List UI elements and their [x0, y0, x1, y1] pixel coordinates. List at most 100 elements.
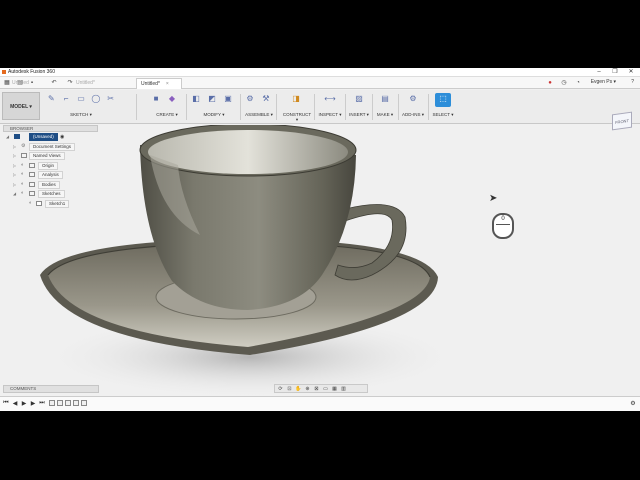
addins-group: ⚙ ADD-INS ▾ [400, 93, 426, 121]
sketch-group: ✎ ⌐ ▭ ◯ ✂ SKETCH ▾ [46, 93, 116, 121]
help-button[interactable]: ? [631, 79, 634, 85]
visibility-icon[interactable]: ◐ [29, 200, 34, 206]
line-icon[interactable]: ⌐ [61, 93, 72, 105]
look-at-icon[interactable]: ⊡ [286, 386, 293, 392]
tab-untitled-2[interactable]: Untitled* [72, 78, 99, 89]
minimize-button[interactable]: – [592, 68, 606, 76]
last-frame-icon[interactable]: ⏭ [38, 400, 46, 407]
maximize-button[interactable]: ❐ [608, 68, 622, 76]
scripts-icon[interactable]: ⚙ [407, 93, 419, 105]
shell-icon[interactable]: ▣ [222, 93, 234, 105]
timeline-settings-icon[interactable]: ⚙ [629, 400, 637, 407]
expand-arrow-icon[interactable]: ▷ [13, 161, 16, 170]
browser-item-bodies[interactable]: ▷ ◐ Bodies [3, 180, 98, 190]
divider [372, 94, 373, 120]
make-menu[interactable]: MAKE ▾ [375, 112, 395, 118]
divider [314, 94, 315, 120]
select-icon[interactable]: ⬚ [435, 93, 451, 107]
create-menu[interactable]: CREATE ▾ [150, 112, 184, 118]
browser-item-analysis[interactable]: ▷ ◐ Analysis [3, 170, 98, 180]
sketch-icon[interactable]: ✎ [46, 93, 57, 105]
sketch-menu[interactable]: SKETCH ▾ [46, 112, 116, 118]
visibility-icon[interactable]: ◐ [21, 191, 26, 196]
trim-icon[interactable]: ✂ [105, 93, 116, 105]
addins-menu[interactable]: ADD-INS ▾ [400, 112, 426, 118]
user-menu[interactable]: Evgen Ps ▾ [591, 79, 616, 85]
press-pull-icon[interactable]: ◧ [190, 93, 202, 105]
zoom-icon[interactable]: ⊕ [304, 386, 311, 392]
previous-frame-icon[interactable]: ◀ [11, 400, 19, 407]
construct-menu[interactable]: CONSTRUCT ▾ [282, 112, 312, 123]
timeline: ⏮ ◀ ▶ ▶ ⏭ ⚙ [0, 396, 640, 411]
orbit-icon[interactable]: ⟳ [277, 386, 284, 392]
notification-icon[interactable]: ◔ [574, 79, 582, 87]
assemble-menu[interactable]: ASSEMBLE ▾ [244, 112, 274, 118]
fillet-icon[interactable]: ◩ [206, 93, 218, 105]
fit-icon[interactable]: ⊠ [313, 386, 320, 392]
inspect-group: ⟷ INSPECT ▾ [316, 93, 344, 121]
record-icon[interactable]: ● [546, 79, 554, 87]
component-icon [14, 134, 20, 139]
browser-item-sketches[interactable]: ◢ ◐ Sketches [3, 189, 98, 199]
expand-arrow-icon[interactable]: ▷ [13, 170, 16, 179]
select-group: ⬚ SELECT ▾ [430, 93, 456, 121]
viewports-icon[interactable]: ▥ [340, 386, 347, 392]
close-button[interactable]: ✕ [624, 68, 638, 76]
tab-untitled-1[interactable]: Untitled [8, 78, 33, 89]
clock-icon[interactable]: ◷ [560, 79, 568, 87]
modify-menu[interactable]: MODIFY ▾ [190, 112, 238, 118]
pan-icon[interactable]: ✋ [295, 386, 302, 392]
viewcube[interactable]: FRONT [612, 111, 632, 131]
browser-item-sketch1[interactable]: ◐ Sketch1 [3, 199, 98, 209]
make-group: ▤ MAKE ▾ [375, 93, 395, 121]
insert-menu[interactable]: INSERT ▾ [348, 112, 370, 118]
expand-arrow-icon[interactable]: ▷ [13, 151, 16, 160]
rectangle-icon[interactable]: ▭ [76, 93, 87, 105]
divider [186, 94, 187, 120]
browser-header[interactable]: BROWSER [3, 125, 98, 132]
timeline-feature-sketch[interactable] [49, 400, 55, 406]
collapse-arrow-icon[interactable]: ◢ [6, 132, 9, 141]
plane-icon[interactable]: ◨ [290, 93, 302, 105]
divider [398, 94, 399, 120]
first-frame-icon[interactable]: ⏮ [2, 400, 10, 407]
browser-root-item[interactable]: ◢ (Unsaved) ◉ [3, 132, 98, 142]
form-icon[interactable]: ◆ [166, 93, 178, 105]
display-settings-icon[interactable]: ▭ [322, 386, 329, 392]
tab-untitled-active[interactable]: Untitled* × [136, 78, 182, 89]
grid-settings-icon[interactable]: ▦ [331, 386, 338, 392]
divider [345, 94, 346, 120]
close-tab-icon[interactable]: × [166, 81, 169, 87]
inspect-menu[interactable]: INSPECT ▾ [316, 112, 344, 118]
browser-item-named-views[interactable]: ▷ Named Views [3, 151, 98, 161]
select-menu[interactable]: SELECT ▾ [430, 112, 456, 118]
browser-item-document-settings[interactable]: ▷ ⚙ Document Settings [3, 142, 98, 152]
expand-arrow-icon[interactable]: ▷ [13, 142, 16, 151]
extrude-icon[interactable]: ■ [150, 93, 162, 105]
timeline-feature[interactable] [57, 400, 63, 406]
comments-panel[interactable]: COMMENTS [3, 385, 99, 393]
circle-icon[interactable]: ◯ [90, 93, 101, 105]
timeline-feature[interactable] [81, 400, 87, 406]
play-icon[interactable]: ▶ [20, 400, 28, 407]
visibility-icon[interactable]: ◐ [21, 172, 26, 177]
mouse-pointer-icon: ➤ [489, 193, 498, 204]
timeline-feature[interactable] [65, 400, 71, 406]
folder-icon [29, 172, 35, 177]
undo-icon[interactable]: ↶ [50, 79, 58, 87]
measure-icon[interactable]: ⟷ [324, 93, 336, 105]
3d-print-icon[interactable]: ▤ [379, 93, 391, 105]
next-frame-icon[interactable]: ▶ [29, 400, 37, 407]
divider [428, 94, 429, 120]
timeline-feature[interactable] [73, 400, 79, 406]
visibility-icon[interactable]: ◐ [21, 162, 26, 168]
expand-arrow-icon[interactable]: ▷ [13, 180, 16, 189]
visibility-icon[interactable]: ◐ [21, 181, 26, 187]
as-built-joint-icon[interactable]: ⚒ [260, 93, 272, 105]
insert-image-icon[interactable]: ▨ [353, 93, 365, 105]
browser-item-origin[interactable]: ▷ ◐ Origin [3, 161, 98, 171]
collapse-arrow-icon[interactable]: ◢ [13, 189, 16, 198]
workspace-switcher[interactable]: MODEL ▾ [2, 92, 40, 120]
joint-icon[interactable]: ⚙ [244, 93, 256, 105]
browser-panel: BROWSER ◢ (Unsaved) ◉ ▷ ⚙ Document Setti… [3, 125, 98, 215]
